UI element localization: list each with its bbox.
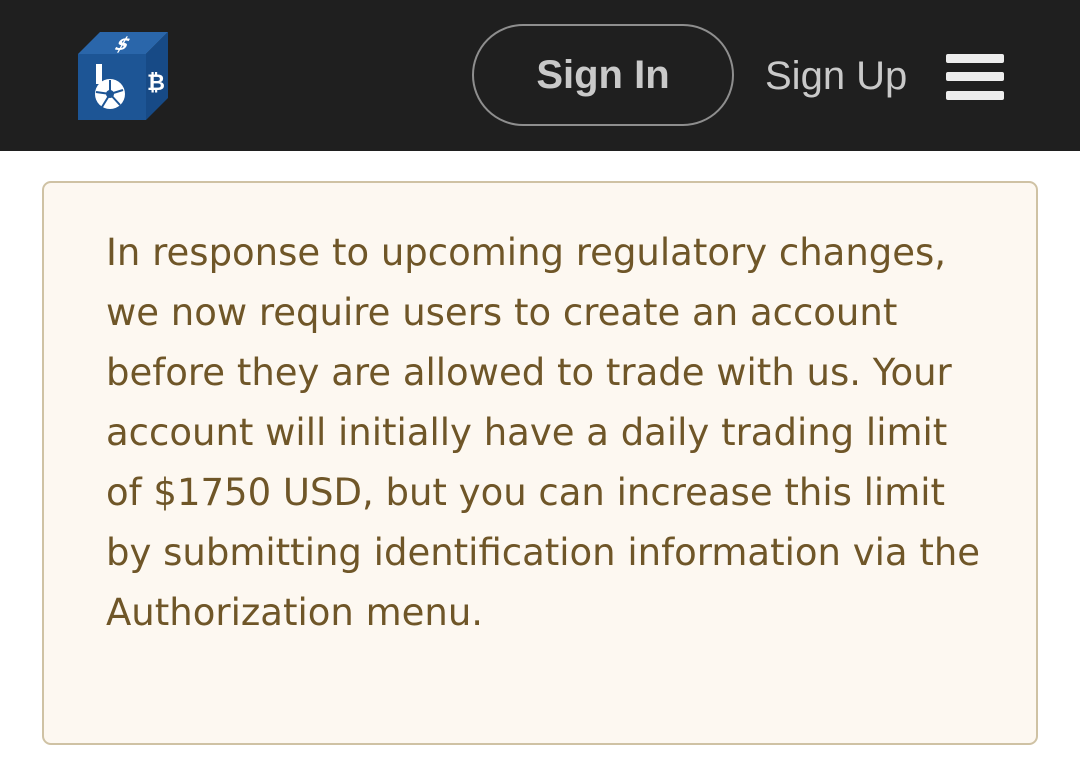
- site-logo-icon[interactable]: $ ₿: [76, 28, 170, 122]
- svg-text:₿: ₿: [147, 71, 165, 96]
- hamburger-menu-icon[interactable]: [946, 54, 1004, 100]
- top-navigation-bar: $ ₿ Sign In Sign Up: [0, 0, 1080, 151]
- regulatory-notice-text: In response to upcoming regulatory chang…: [106, 231, 981, 634]
- regulatory-notice-box: In response to upcoming regulatory chang…: [42, 181, 1038, 745]
- sign-in-button[interactable]: Sign In: [472, 24, 734, 126]
- sign-up-link[interactable]: Sign Up: [765, 48, 907, 104]
